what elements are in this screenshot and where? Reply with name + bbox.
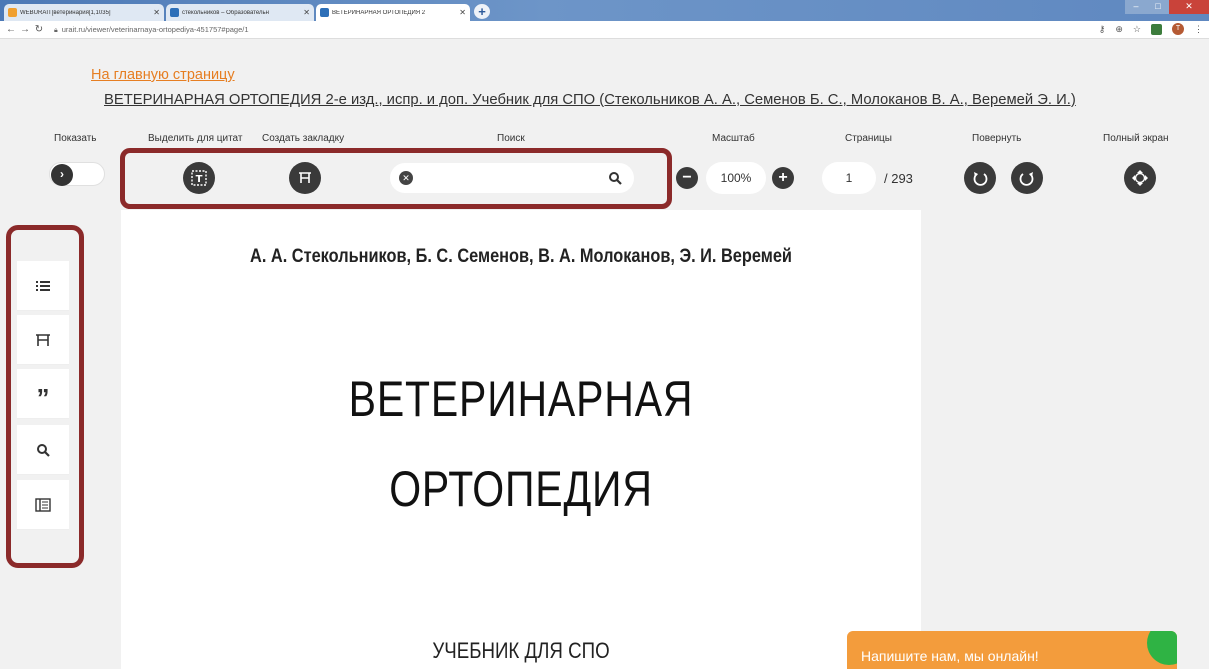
tab-favicon-icon xyxy=(320,8,329,17)
zoom-icon[interactable]: ⊕ xyxy=(1115,24,1123,35)
key-icon[interactable]: ⚷ xyxy=(1099,24,1106,35)
search-label: Поиск xyxy=(497,133,525,144)
show-sidebar-toggle[interactable]: › xyxy=(49,162,105,186)
zoom-in-button[interactable]: + xyxy=(772,167,794,189)
browser-tab-1[interactable]: WEBURAIT[ветеринария[1,1035] ✕ xyxy=(4,4,164,21)
home-link[interactable]: На главную страницу xyxy=(91,67,235,83)
reload-icon[interactable]: ↻ xyxy=(32,24,46,35)
new-tab-button[interactable]: + xyxy=(474,4,490,19)
back-icon[interactable]: ← xyxy=(4,24,18,35)
forward-icon[interactable]: → xyxy=(18,24,32,35)
browser-tab-3-active[interactable]: ВЕТЕРИНАРНАЯ ОРТОПЕДИЯ 2 ✕ xyxy=(316,4,470,21)
chat-status-indicator xyxy=(1147,631,1177,665)
url-field[interactable]: 🔒︎ urait.ru/viewer/veterinarnaya-ortopedi… xyxy=(54,25,249,35)
zoom-value-field[interactable]: 100% xyxy=(706,162,766,194)
document-page: А. А. Стекольников, Б. С. Семенов, В. А.… xyxy=(121,210,921,669)
minimize-icon[interactable]: – xyxy=(1125,0,1147,14)
tab-close-icon[interactable]: ✕ xyxy=(459,8,466,17)
profile-avatar[interactable]: T xyxy=(1172,23,1184,35)
show-label: Показать xyxy=(54,133,97,144)
chevron-right-icon: › xyxy=(51,164,73,186)
browser-actions: ⚷ ⊕ ☆ T ⋮ xyxy=(1099,23,1203,35)
maximize-icon[interactable]: □ xyxy=(1147,0,1169,14)
browser-tab-bar: WEBURAIT[ветеринария[1,1035] ✕ стекольни… xyxy=(0,0,1209,21)
document-title-line-2: ОРТОПЕДИЯ xyxy=(389,461,653,517)
page-number-input[interactable]: 1 xyxy=(822,162,876,194)
tab-favicon-icon xyxy=(8,8,17,17)
zoom-out-button[interactable]: − xyxy=(676,167,698,189)
pages-label: Страницы xyxy=(845,133,892,144)
rotate-right-icon xyxy=(1019,172,1034,186)
chat-widget[interactable]: Напишите нам, мы онлайн! xyxy=(847,631,1177,669)
tab-favicon-icon xyxy=(170,8,179,17)
tab-title: ВЕТЕРИНАРНАЯ ОРТОПЕДИЯ 2 xyxy=(332,9,426,16)
tab-close-icon[interactable]: ✕ xyxy=(303,8,310,17)
bookmark-label: Создать закладку xyxy=(262,133,345,144)
browser-tab-2[interactable]: стекольников – Образовательн ✕ xyxy=(166,4,314,21)
address-bar: ← → ↻ 🔒︎ urait.ru/viewer/veterinarnaya-or… xyxy=(0,21,1209,39)
document-authors: А. А. Стекольников, Б. С. Семенов, В. А.… xyxy=(250,246,792,267)
sidebar-highlight-frame xyxy=(6,225,84,568)
rotate-right-button[interactable] xyxy=(1011,162,1043,194)
lock-icon: 🔒︎ xyxy=(54,26,58,34)
tab-title: WEBURAIT[ветеринария[1,1035] xyxy=(20,9,111,16)
menu-icon[interactable]: ⋮ xyxy=(1194,24,1203,35)
close-window-icon[interactable]: ✕ xyxy=(1169,0,1209,14)
tab-title: стекольников – Образовательн xyxy=(182,9,269,16)
rotate-left-icon xyxy=(973,172,988,186)
star-icon[interactable]: ☆ xyxy=(1133,24,1141,35)
rotate-left-button[interactable] xyxy=(964,162,996,194)
chat-label: Напишите нам, мы онлайн! xyxy=(861,648,1039,664)
document-title-line-1: ВЕТЕРИНАРНАЯ xyxy=(348,371,694,427)
window-controls: – □ ✕ xyxy=(1125,0,1209,14)
fullscreen-icon xyxy=(1132,170,1148,186)
minus-icon: − xyxy=(682,169,692,186)
fullscreen-button[interactable] xyxy=(1124,162,1156,194)
book-title-link[interactable]: ВЕТЕРИНАРНАЯ ОРТОПЕДИЯ 2-е изд., испр. и… xyxy=(104,92,1204,108)
toolbar-highlight-frame xyxy=(120,148,672,209)
highlight-label: Выделить для цитат xyxy=(148,133,243,144)
fullscreen-label: Полный экран xyxy=(1103,133,1169,144)
rotate-label: Повернуть xyxy=(972,133,1022,144)
page-total: / 293 xyxy=(884,171,913,186)
document-subtitle: УЧЕБНИК ДЛЯ СПО xyxy=(432,638,610,663)
zoom-label: Масштаб xyxy=(712,133,755,144)
tab-close-icon[interactable]: ✕ xyxy=(153,8,160,17)
plus-icon: + xyxy=(778,169,788,186)
extension-icon[interactable] xyxy=(1151,23,1162,35)
url-text: urait.ru/viewer/veterinarnaya-ortopediya… xyxy=(61,24,249,34)
